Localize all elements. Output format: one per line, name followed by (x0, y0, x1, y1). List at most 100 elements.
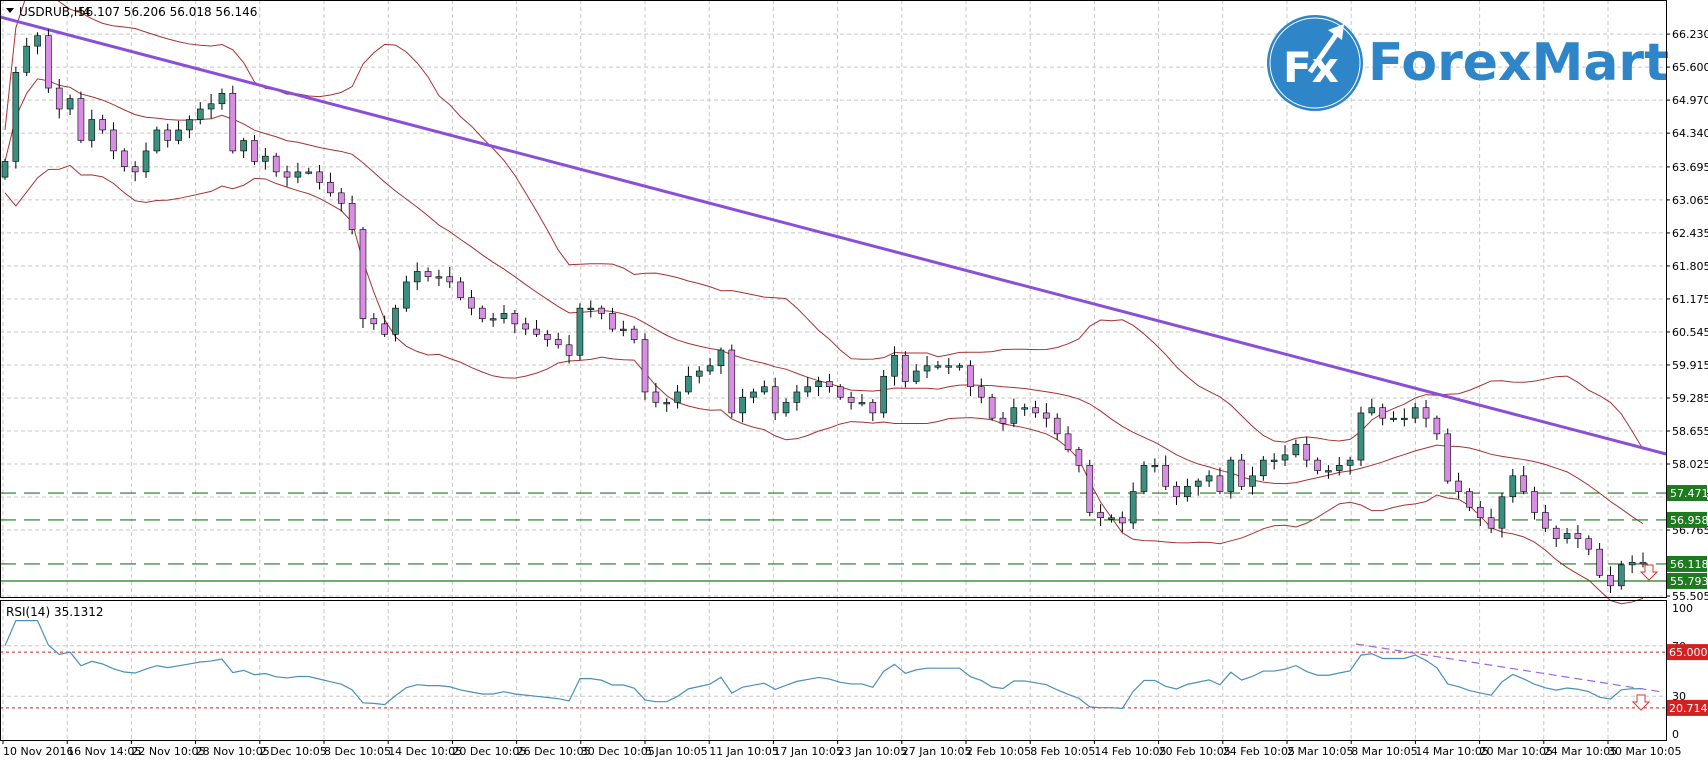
candle-bull (934, 365, 942, 368)
candle-bear (967, 365, 974, 388)
candle-bear (771, 386, 779, 414)
candle-bear (1433, 417, 1441, 435)
candle-bull (1368, 407, 1376, 414)
trading-chart[interactable]: Fx ForexMart USDRUB,H4 56.107 56.206 56.… (0, 0, 1708, 760)
candle-bull (88, 119, 96, 141)
candle-bear (1607, 575, 1614, 587)
candle-bear (641, 339, 649, 393)
time-label: 24 Feb 10:05 (1223, 745, 1295, 758)
time-label: 20 Dec 10:05 (452, 745, 526, 758)
candle-bull (1010, 407, 1018, 424)
candle-bear (1064, 433, 1072, 450)
candle-bull (186, 119, 193, 131)
grid (0, 0, 1666, 740)
candle-bear (533, 328, 540, 335)
candle-bull (804, 386, 812, 393)
candle-bull (1390, 417, 1397, 420)
candle-bear (1173, 485, 1180, 498)
candle-bear (1314, 459, 1321, 471)
level-tag-label: 56.118 (1670, 558, 1708, 571)
candle-bull (413, 271, 421, 283)
candle-bear (45, 35, 52, 89)
candle-bear (359, 229, 367, 319)
candle-bull (695, 370, 703, 377)
rsi-axis-label: 100 (1672, 602, 1693, 615)
candle-bear (446, 276, 454, 283)
price-label: 63.695 (1672, 161, 1708, 174)
candle-bear (229, 92, 237, 152)
dropdown-triangle-icon[interactable] (6, 8, 14, 13)
price-label: 59.915 (1672, 359, 1708, 372)
candle-bull (891, 354, 898, 377)
candle-bear (1487, 517, 1495, 529)
price-label: 58.025 (1672, 458, 1708, 471)
price-label: 66.230 (1672, 28, 1708, 41)
candle-bull (262, 155, 269, 162)
candle-bull (66, 98, 74, 110)
candle-bull (1140, 465, 1148, 492)
candle-bear (999, 417, 1007, 424)
candle-bear (1075, 449, 1083, 466)
candle-bear (598, 307, 605, 314)
rsi-panel (0, 619, 1666, 710)
candle-bull (1628, 561, 1636, 566)
candle-bull (12, 72, 20, 162)
candle-bear (988, 396, 996, 419)
rsi-level-tag-label: 20.7143 (1669, 702, 1708, 715)
candle-bear (544, 334, 551, 340)
candle-bear (55, 87, 63, 110)
candle-bear (977, 386, 985, 398)
candle-bull (1509, 475, 1517, 498)
candle-bear (869, 402, 877, 414)
horizontal-levels[interactable] (0, 492, 1666, 582)
candle-bear (1086, 465, 1094, 513)
candle-bear (457, 281, 464, 298)
time-label: 22 Nov 10:05 (131, 745, 205, 758)
time-label: 8 Dec 10:05 (324, 745, 391, 758)
candle-bull (1184, 485, 1191, 498)
candle-bull (912, 370, 920, 382)
candle-bull (880, 375, 887, 414)
candle-bear (110, 129, 117, 152)
candle-bear (337, 192, 345, 204)
forexmart-logo: Fx ForexMart (1267, 15, 1669, 111)
candle-bear (1542, 512, 1549, 529)
level-tag-label: 55.793 (1670, 575, 1708, 588)
candle-bull (1227, 459, 1235, 492)
candle-bear (468, 297, 475, 309)
candle-bull (435, 276, 443, 279)
candle-bear (1466, 491, 1473, 508)
candle-bear (283, 171, 291, 178)
candle-bear (1455, 480, 1462, 492)
candle-bear (565, 344, 573, 356)
candle-bull (1129, 491, 1137, 524)
time-label: 8 Feb 10:05 (1030, 745, 1095, 758)
candle-bear (1238, 459, 1245, 487)
candle-bull (1618, 564, 1625, 587)
time-label: 30 Mar 10:05 (1608, 745, 1681, 758)
candle-bull (858, 402, 866, 405)
candle-bear (1119, 517, 1126, 524)
candle-bull (1194, 480, 1202, 487)
time-axis[interactable]: 10 Nov 201616 Nov 14:0522 Nov 10:0528 No… (2, 740, 1681, 758)
candle-bear (1596, 548, 1603, 576)
candle-bull (1, 161, 9, 178)
time-label: 8 Mar 10:05 (1351, 745, 1417, 758)
rsi-label: RSI(14) 35.1312 (6, 605, 104, 619)
candle-bull (489, 318, 497, 321)
time-label: 5 Jan 10:05 (645, 745, 708, 758)
candle-bull (923, 365, 931, 372)
rsi-trendline[interactable] (1355, 643, 1663, 693)
candle-bear (630, 328, 638, 340)
candle-bear (1422, 407, 1430, 419)
candle-bear (272, 155, 280, 173)
candle-bull (815, 381, 822, 388)
candle-bear (381, 323, 388, 335)
candle-bull (1498, 496, 1506, 529)
time-label: 24 Mar 10:05 (1544, 745, 1617, 758)
candle-bull (750, 391, 757, 398)
candle-bear (1552, 527, 1560, 539)
candle-bull (1151, 465, 1159, 468)
time-label: 2 Feb 10:05 (966, 745, 1031, 758)
price-axis[interactable]: 66.230 65.600 64.970 64.340 63.695 63.065 62.4… (1666, 28, 1708, 741)
